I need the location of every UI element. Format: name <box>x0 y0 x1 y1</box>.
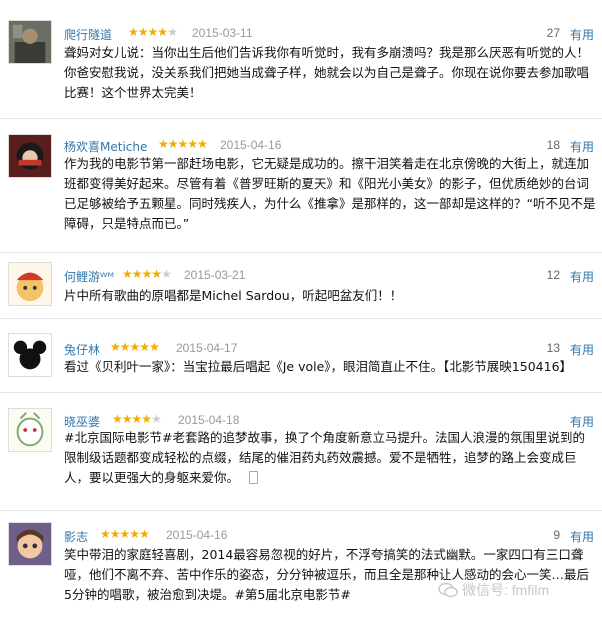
comment-date: 2015-03-21 <box>184 268 246 282</box>
star-filled-icon: ★ <box>139 527 150 541</box>
useful-button[interactable]: 有用 <box>570 26 594 43</box>
rating-stars: ★★★★★ <box>158 137 208 151</box>
vote-count: 27 <box>546 26 560 40</box>
mobile-icon <box>249 471 259 484</box>
avatar[interactable] <box>8 522 52 566</box>
rating-stars: ★★★★★ <box>122 267 172 281</box>
username[interactable]: 何鲤游ᵂᴹ <box>64 268 114 285</box>
avatar[interactable] <box>8 20 52 64</box>
star-filled-icon: ★ <box>119 340 131 354</box>
vote-count: 12 <box>546 268 560 282</box>
comment-text: 片中所有歌曲的原唱都是Michel Sardou，听起吧盆友们！！ <box>64 288 403 303</box>
rating-stars: ★★★★★ <box>110 340 160 354</box>
divider <box>0 392 602 393</box>
star-filled-icon: ★ <box>147 25 159 39</box>
star-filled-icon: ★ <box>128 25 139 39</box>
star-filled-icon: ★ <box>157 25 168 39</box>
comment-text: 作为我的电影节第一部赶场电影，它无疑是成功的。擦干泪笑着走在北京傍晚的大街上，就… <box>64 156 596 231</box>
comment-text-content: #北京国际电影节#老套路的追梦故事，换了个角度新意立马提升。法国人浪漫的氛围里说… <box>64 430 585 485</box>
wechat-watermark: 微信号: fmfilm <box>438 580 549 600</box>
star-filled-icon: ★ <box>100 527 111 541</box>
star-filled-icon: ★ <box>119 527 131 541</box>
star-filled-icon: ★ <box>139 340 150 354</box>
star-filled-icon: ★ <box>131 267 143 281</box>
comment-date: 2015-04-18 <box>178 413 240 427</box>
star-filled-icon: ★ <box>141 412 152 426</box>
avatar[interactable] <box>8 408 52 452</box>
star-filled-icon: ★ <box>167 137 179 151</box>
useful-button[interactable]: 有用 <box>570 341 594 358</box>
vote-count: 18 <box>546 138 560 152</box>
rating-stars: ★★★★★ <box>128 25 178 39</box>
star-filled-icon: ★ <box>141 267 153 281</box>
star-filled-icon: ★ <box>110 340 121 354</box>
comment-date: 2015-04-17 <box>176 341 238 355</box>
star-filled-icon: ★ <box>197 137 208 151</box>
star-filled-icon: ★ <box>149 340 160 354</box>
username[interactable]: 兔仔林 <box>64 341 100 358</box>
star-filled-icon: ★ <box>121 412 133 426</box>
avatar[interactable] <box>8 262 52 306</box>
star-filled-icon: ★ <box>151 267 162 281</box>
star-empty-icon: ★ <box>161 267 172 281</box>
rating-stars: ★★★★★ <box>100 527 150 541</box>
username[interactable]: 影志 <box>64 528 88 545</box>
star-filled-icon: ★ <box>158 137 169 151</box>
star-filled-icon: ★ <box>177 137 189 151</box>
comment-text: #北京国际电影节#老套路的追梦故事，换了个角度新意立马提升。法国人浪漫的氛围里说… <box>64 428 596 488</box>
star-filled-icon: ★ <box>109 527 121 541</box>
star-empty-icon: ★ <box>151 412 162 426</box>
star-filled-icon: ★ <box>122 267 133 281</box>
vote-count: 13 <box>546 341 560 355</box>
comment-text: 看过《贝利叶一家》：当宝拉最后唱起《Je vole》，眼泪简直止不住。【北影节展… <box>64 359 573 374</box>
comment-date: 2015-04-16 <box>166 528 228 542</box>
star-empty-icon: ★ <box>167 25 178 39</box>
divider <box>0 510 602 511</box>
avatar[interactable] <box>8 134 52 178</box>
watermark-text: 微信号: fmfilm <box>462 582 550 598</box>
comment-date: 2015-04-16 <box>220 138 282 152</box>
comment-text: 聋妈对女儿说：当你出生后他们告诉我你有听觉时，我有多崩溃吗？我是那么厌恶有听觉的… <box>64 45 590 100</box>
star-filled-icon: ★ <box>129 527 140 541</box>
username[interactable]: 爬行隧道 <box>64 26 112 43</box>
star-filled-icon: ★ <box>131 412 143 426</box>
rating-stars: ★★★★★ <box>112 412 162 426</box>
star-filled-icon: ★ <box>112 412 123 426</box>
username[interactable]: 杨欢喜Metiche <box>64 138 147 155</box>
divider <box>0 118 602 119</box>
divider <box>0 252 602 253</box>
comment-date: 2015-03-11 <box>192 26 253 40</box>
avatar[interactable] <box>8 333 52 377</box>
divider <box>0 318 602 319</box>
star-filled-icon: ★ <box>129 340 141 354</box>
useful-button[interactable]: 有用 <box>570 138 594 155</box>
star-filled-icon: ★ <box>137 25 149 39</box>
star-filled-icon: ★ <box>187 137 198 151</box>
wechat-icon <box>438 582 458 598</box>
useful-button[interactable]: 有用 <box>570 528 594 545</box>
useful-button[interactable]: 有用 <box>570 268 594 285</box>
vote-count: 9 <box>553 528 560 542</box>
